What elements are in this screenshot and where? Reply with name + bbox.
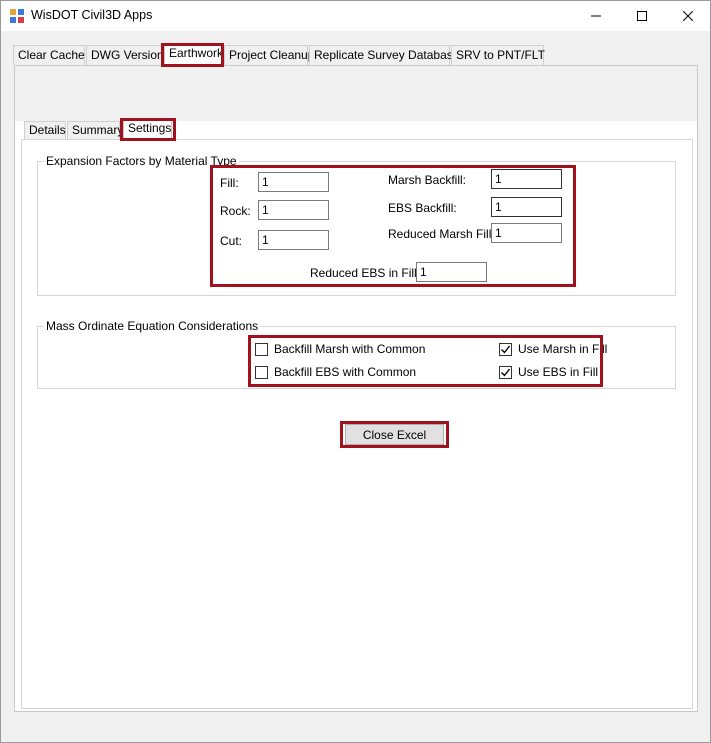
close-icon — [683, 11, 693, 21]
tab-project-cleanup[interactable]: Project Cleanup — [224, 45, 314, 65]
tab-details[interactable]: Details — [24, 121, 66, 139]
maximize-icon — [637, 11, 647, 21]
app-icon — [10, 9, 24, 23]
app-window: WisDOT Civil3D Apps Clear Cache DWG Vers… — [0, 0, 711, 743]
tab-replicate-survey-database[interactable]: Replicate Survey Database — [309, 45, 459, 65]
tab-clear-cache[interactable]: Clear Cache — [13, 45, 85, 65]
close-excel-highlight — [340, 421, 449, 448]
tab-summary[interactable]: Summary — [67, 121, 123, 139]
earthwork-tab-highlight — [161, 43, 224, 67]
close-window-button[interactable] — [665, 1, 711, 31]
mass-ordinate-title: Mass Ordinate Equation Considerations — [44, 319, 261, 333]
checkboxes-highlight — [248, 335, 603, 387]
tab-dwg-version[interactable]: DWG Version — [86, 45, 164, 65]
title-bar: WisDOT Civil3D Apps — [1, 1, 710, 31]
settings-tab-highlight — [120, 118, 176, 141]
maximize-button[interactable] — [619, 1, 665, 31]
minimize-icon — [591, 15, 601, 17]
window-title: WisDOT Civil3D Apps — [31, 8, 153, 22]
expansion-fields-highlight — [210, 165, 576, 287]
tab-srv-to-pnt-flt[interactable]: SRV to PNT/FLT — [451, 45, 545, 65]
minimize-button[interactable] — [573, 1, 619, 31]
